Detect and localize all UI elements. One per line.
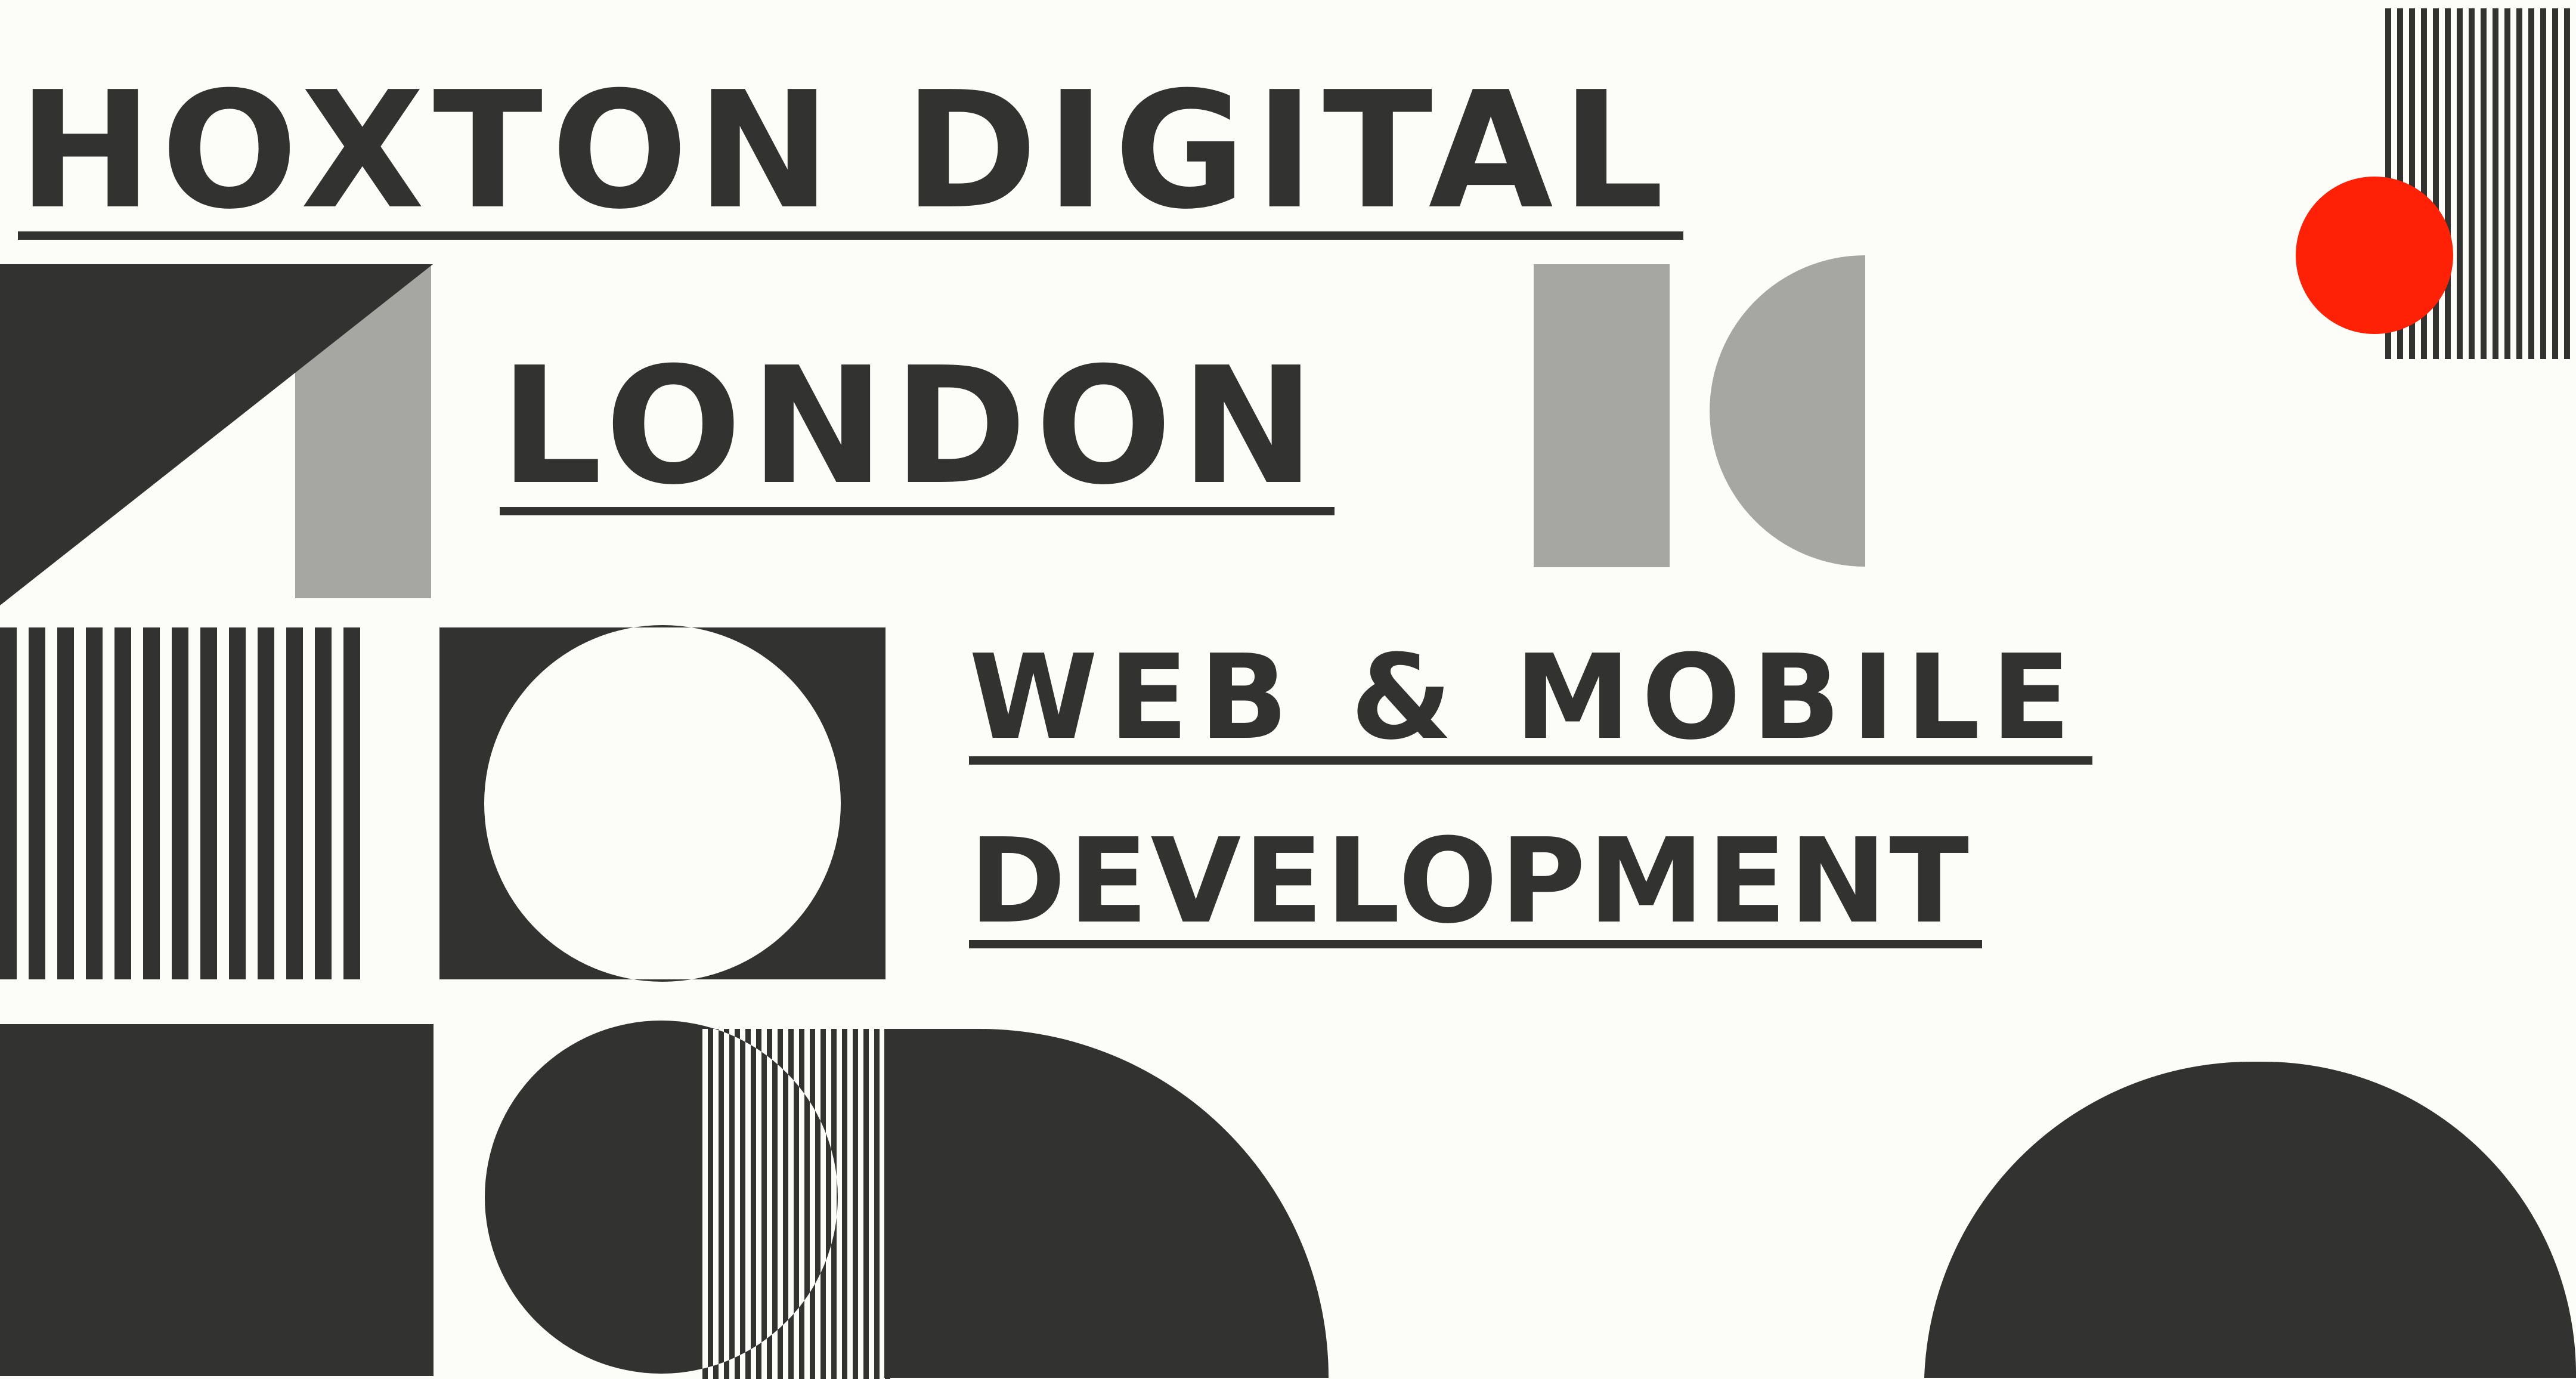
headline-line-4: DEVELOPMENT: [969, 823, 1983, 948]
stripe: [315, 627, 332, 979]
stripe: [200, 627, 217, 979]
stripe: [2457, 8, 2463, 359]
stripe: [2469, 8, 2475, 359]
stripe: [172, 627, 188, 979]
stripe: [229, 627, 246, 979]
stripe: [2493, 8, 2498, 359]
stripe: [853, 1029, 858, 1379]
stripe: [702, 1029, 708, 1374]
stripe: [842, 1029, 847, 1379]
stripe: [2445, 8, 2451, 359]
stripe: [2528, 8, 2534, 359]
stripe: [2552, 8, 2558, 359]
stripe: [57, 627, 74, 979]
stripe: [874, 1029, 880, 1379]
stripe: [258, 627, 274, 979]
stripe: [86, 627, 103, 979]
stripe: [29, 627, 45, 979]
stripe: [114, 627, 131, 979]
grey-rect-right: [1534, 264, 1670, 567]
stripe: [863, 1029, 869, 1379]
dark-dome-right: [1924, 1062, 2576, 1378]
vertical-stripes-left: [0, 627, 360, 979]
stripe: [713, 1029, 719, 1374]
stripe: [2540, 8, 2546, 359]
grey-half-disc: [1710, 255, 1865, 567]
stripe: [143, 627, 160, 979]
stripe: [2516, 8, 2522, 359]
stripe: [735, 1029, 740, 1374]
stripe: [767, 1029, 772, 1374]
stripe: [756, 1029, 761, 1374]
stripe: [286, 627, 303, 979]
poster: HOXTON DIGITAL LONDON WEB & MOBILE DEVEL…: [0, 0, 2576, 1379]
headline-line-3: WEB & MOBILE: [969, 639, 2092, 765]
stripe: [2481, 8, 2487, 359]
square-with-hole: [439, 625, 886, 982]
stripe: [0, 627, 17, 979]
red-dot: [2296, 177, 2453, 334]
dark-quarter-disc: [884, 1029, 1329, 1378]
stripe: [724, 1029, 729, 1374]
headline-line-1: HOXTON DIGITAL: [18, 70, 1683, 240]
stripe: [2504, 8, 2510, 359]
stripe: [343, 627, 360, 979]
stripe: [745, 1029, 751, 1374]
dark-rect-bottomleft: [0, 1024, 434, 1376]
dark-circle-bottom: [485, 1021, 838, 1374]
headline-line-2: LONDON: [500, 346, 1335, 515]
stripe: [2564, 8, 2570, 359]
